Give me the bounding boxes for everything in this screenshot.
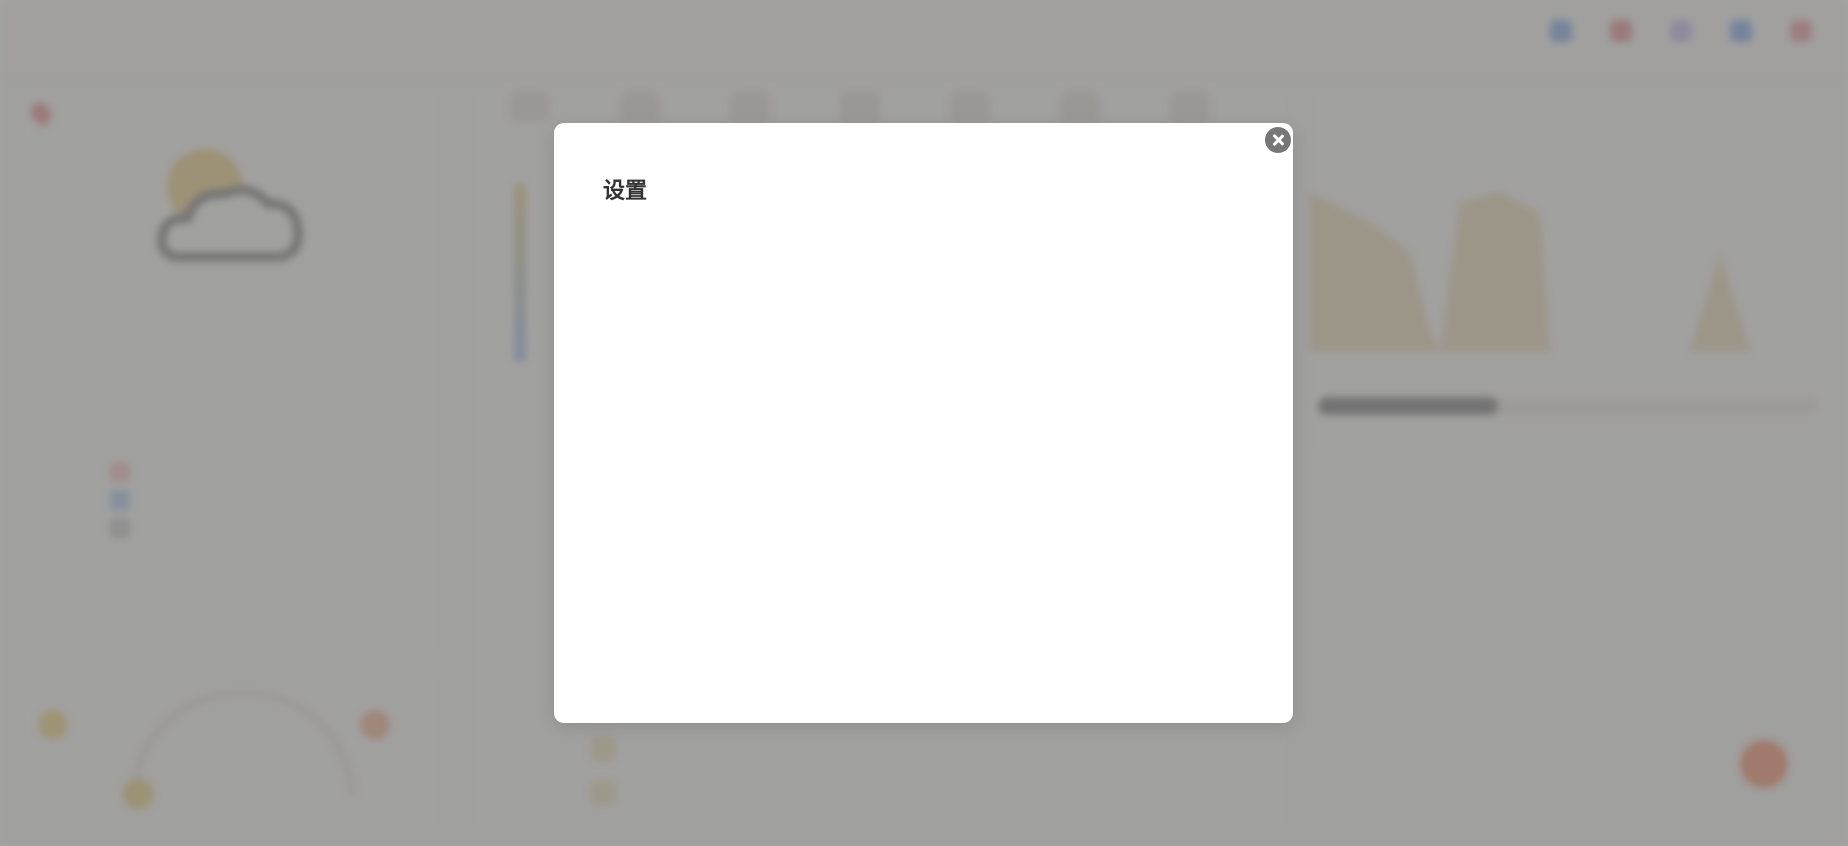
dialog-title: 设置 xyxy=(603,179,648,204)
close-icon[interactable] xyxy=(1265,127,1291,153)
settings-dialog: 设置 xyxy=(554,123,1293,723)
